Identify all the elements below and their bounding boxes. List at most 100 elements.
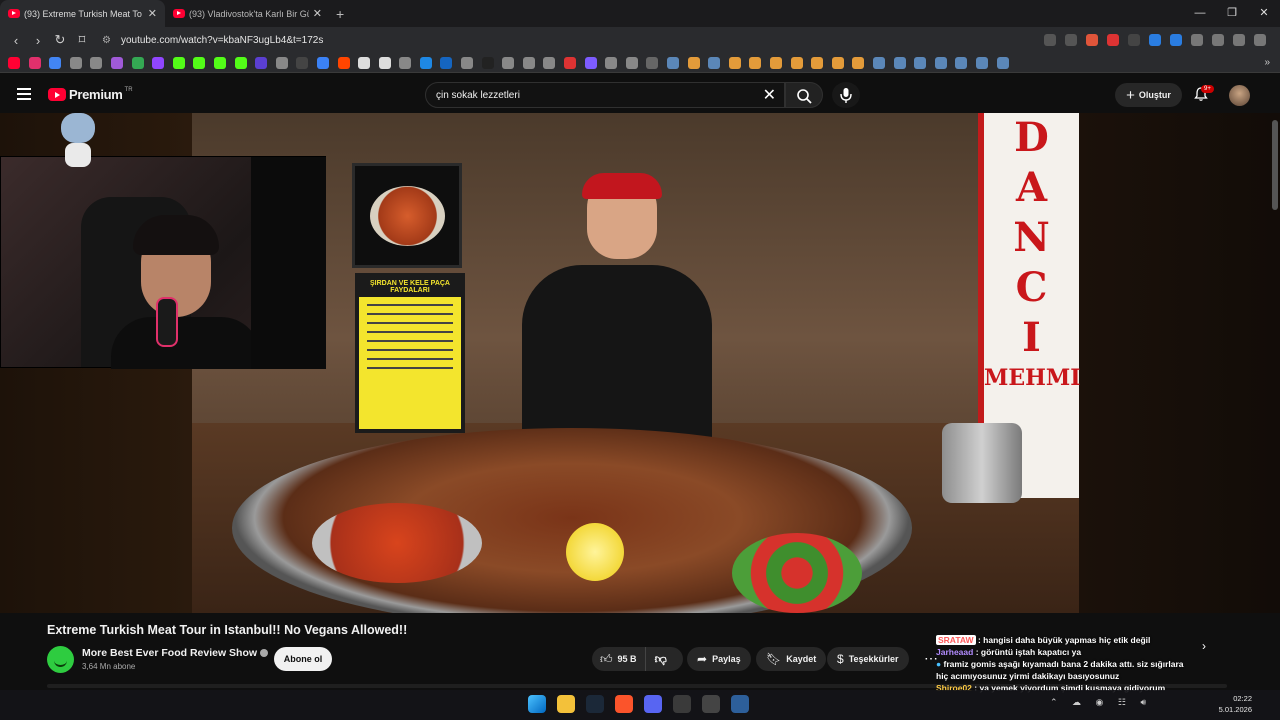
thanks-button[interactable]: $ Teşekkürler xyxy=(827,647,909,671)
channel-avatar[interactable] xyxy=(47,646,74,673)
search-input[interactable]: çin sokak lezzetleri ✕ xyxy=(425,82,785,108)
install-icon[interactable] xyxy=(1044,34,1056,46)
bookmark-steam-icon[interactable] xyxy=(893,56,906,69)
video-player[interactable]: ŞIRDAN VE KELE PAÇA FAYDALARI D A N C I … xyxy=(0,113,1280,613)
save-button[interactable]: 🔖︎ Kaydet xyxy=(756,647,827,671)
forward-icon[interactable]: › xyxy=(28,33,48,48)
bookmark-steam-icon[interactable] xyxy=(975,56,988,69)
create-button[interactable]: + Oluştur xyxy=(1115,83,1182,107)
bookmark-icon[interactable] xyxy=(728,56,741,69)
bookmark-icon[interactable] xyxy=(543,56,556,69)
bookmark-icon[interactable] xyxy=(69,56,82,69)
discord-icon[interactable] xyxy=(644,695,662,713)
bookmark-icon[interactable] xyxy=(522,56,535,69)
file-explorer-icon[interactable] xyxy=(557,695,575,713)
tab-close-icon[interactable]: ✕ xyxy=(148,7,157,20)
bookmark-x-icon[interactable] xyxy=(296,56,309,69)
bookmark-twitch-icon[interactable] xyxy=(152,56,165,69)
bookmark-reddit-icon[interactable] xyxy=(337,56,350,69)
channel-name[interactable]: More Best Ever Food Review Show xyxy=(82,647,269,659)
url-field[interactable]: ⚙ youtube.com/watch?v=kbaNF3ugLb4&t=172s xyxy=(102,30,992,50)
bookmark-icon[interactable] xyxy=(358,56,371,69)
voice-search-button[interactable] xyxy=(832,82,860,108)
system-tray[interactable]: ⌃ ☁ ◉ ☷ 🔊︎ xyxy=(1050,697,1152,708)
start-icon[interactable] xyxy=(528,695,546,713)
bookmark-kick-icon[interactable] xyxy=(172,56,185,69)
bookmark-icon[interactable] xyxy=(502,56,515,69)
back-icon[interactable]: ‹ xyxy=(6,33,26,48)
bookmark-icon[interactable] xyxy=(564,56,577,69)
extension-icon[interactable] xyxy=(1170,34,1182,46)
bookmark-youtube-icon[interactable] xyxy=(8,56,20,69)
bookmark-icon[interactable] xyxy=(399,56,412,69)
youtube-logo[interactable]: Premium TR xyxy=(48,87,133,102)
extension-icon[interactable] xyxy=(1107,34,1119,46)
bookmark-kick-icon[interactable] xyxy=(213,56,226,69)
bookmark-kick-icon[interactable] xyxy=(193,56,206,69)
clear-search-icon[interactable]: ✕ xyxy=(763,85,776,105)
bookmark-icon[interactable] xyxy=(419,56,432,69)
vertical-scrollbar[interactable] xyxy=(1272,120,1278,210)
bookmark-icon[interactable] xyxy=(687,56,700,69)
browser-tab-inactive[interactable]: (93) Vladivostok'ta Karlı Bir Gün | Sok … xyxy=(165,0,330,27)
bookmark-icon[interactable] xyxy=(769,56,782,69)
app-icon[interactable] xyxy=(731,695,749,713)
bookmark-icon[interactable] xyxy=(625,56,638,69)
puzzle-icon[interactable] xyxy=(1191,34,1203,46)
reload-icon[interactable]: ↻ xyxy=(50,32,70,48)
bookmark-icon[interactable] xyxy=(605,56,618,69)
bookmark-steam-icon[interactable] xyxy=(667,56,679,69)
music-icon[interactable] xyxy=(1233,34,1245,46)
restore-icon[interactable]: ❐ xyxy=(1216,0,1248,27)
hamburger-menu-icon[interactable] xyxy=(17,88,31,100)
bookmarks-overflow-icon[interactable]: » xyxy=(1264,57,1270,68)
brave-browser-icon[interactable] xyxy=(615,695,633,713)
steam-icon[interactable] xyxy=(586,695,604,713)
bookmark-steam-icon[interactable] xyxy=(708,56,721,69)
subscribe-button[interactable]: Abone ol xyxy=(274,647,332,671)
bookmark-icon[interactable] xyxy=(831,56,844,69)
new-tab-icon[interactable]: + xyxy=(336,6,344,22)
taskbar-clock[interactable]: 02:22 5.01.2026 xyxy=(1216,693,1252,715)
bookmark-icon[interactable] xyxy=(90,56,103,69)
bookmark-steam-icon[interactable] xyxy=(914,56,927,69)
browser-tab-active[interactable]: (93) Extreme Turkish Meat To ✕ xyxy=(0,0,165,27)
sidebar-icon[interactable] xyxy=(1212,34,1224,46)
chevron-right-icon[interactable]: › xyxy=(1202,639,1206,653)
account-avatar[interactable] xyxy=(1229,85,1250,106)
share-icon[interactable] xyxy=(1065,34,1077,46)
extension-icon[interactable] xyxy=(1128,34,1140,46)
tab-close-icon[interactable]: ✕ xyxy=(313,7,322,20)
bookmark-icon[interactable] xyxy=(584,56,597,69)
menu-icon[interactable] xyxy=(1254,34,1266,46)
bookmark-icon[interactable] xyxy=(749,56,762,69)
bookmark-icon[interactable] xyxy=(316,56,329,69)
search-button[interactable] xyxy=(785,82,823,108)
close-window-icon[interactable]: ✕ xyxy=(1248,0,1280,27)
bookmark-steam-icon[interactable] xyxy=(955,56,968,69)
app-icon[interactable] xyxy=(673,695,691,713)
minimize-icon[interactable]: — xyxy=(1184,0,1216,27)
bookmark-icon[interactable]: ⌑ xyxy=(72,32,92,48)
bookmark-kick-icon[interactable] xyxy=(234,56,247,69)
bookmark-icon[interactable] xyxy=(49,56,62,69)
bookmark-icon[interactable] xyxy=(461,56,474,69)
bookmark-icon[interactable] xyxy=(131,56,144,69)
like-button[interactable]: 👍︎ 95 B xyxy=(592,647,646,671)
bookmark-icon[interactable] xyxy=(790,56,803,69)
bookmark-icon[interactable] xyxy=(481,56,494,69)
bookmark-steam-icon[interactable] xyxy=(934,56,947,69)
share-button[interactable]: ➦ Paylaş xyxy=(687,647,751,671)
dislike-button[interactable]: 👎︎ xyxy=(646,652,676,667)
bookmark-icon[interactable] xyxy=(440,56,453,69)
brave-shield-icon[interactable] xyxy=(1086,34,1098,46)
bookmark-icon[interactable] xyxy=(378,56,391,69)
bookmark-instagram-icon[interactable] xyxy=(28,56,41,69)
bookmark-icon[interactable] xyxy=(255,56,268,69)
bookmark-steam-icon[interactable] xyxy=(872,56,885,69)
bookmark-icon[interactable] xyxy=(811,56,824,69)
extension-icon[interactable] xyxy=(1149,34,1161,46)
site-settings-icon[interactable]: ⚙ xyxy=(102,35,111,46)
bookmark-steam-icon[interactable] xyxy=(996,56,1009,69)
obs-icon[interactable] xyxy=(702,695,720,713)
